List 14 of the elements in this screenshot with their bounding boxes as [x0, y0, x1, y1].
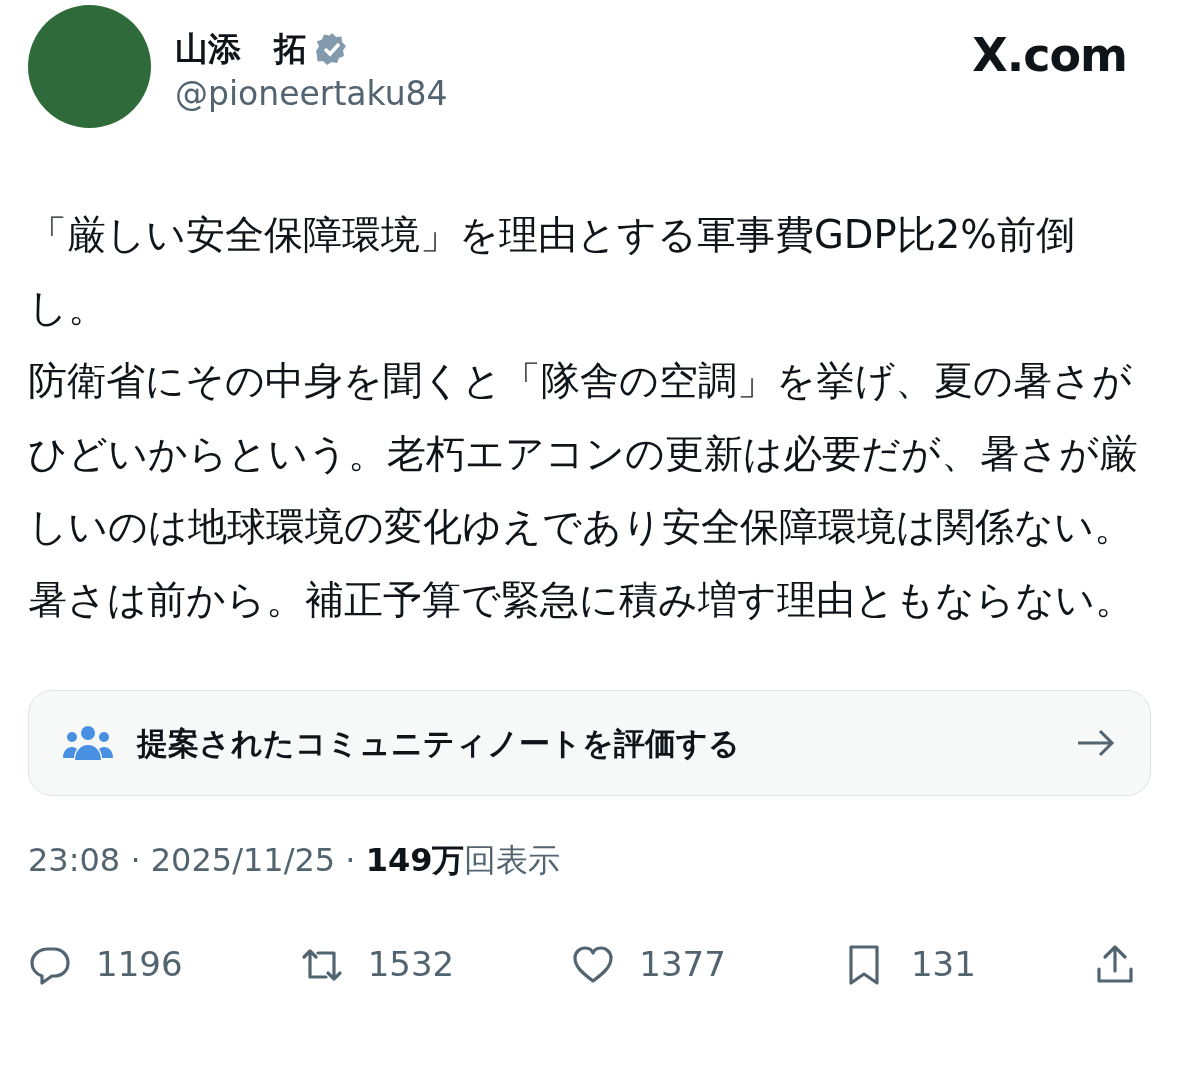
post-meta: 23:08 · 2025/11/25 · 149万回表示 [28, 840, 562, 881]
action-count: 1532 [367, 943, 455, 986]
post-text: 「厳しい安全保障環境」を理由とする軍事費GDP比2%前倒し。 [28, 211, 1076, 332]
action-count: 131 [910, 943, 976, 986]
author-handle[interactable]: @pioneertaku84 [175, 68, 973, 119]
action-count: 1196 [96, 943, 183, 986]
people-icon [63, 724, 113, 762]
author-name[interactable]: 山添 拓 [175, 29, 307, 69]
community-note-card[interactable]: 提案されたコミュニティノートを評価する [28, 690, 1151, 796]
site-label: X.com [972, 27, 1127, 84]
arrow-right-icon [1076, 728, 1116, 758]
community-note-prompt: 提案されたコミュニティノートを評価する [137, 723, 741, 763]
post-text: 防衛省にその中身を聞くと「隊舎の空調」を挙げ、夏の暑さがひどいからという。老朽エアコンの更新は必要だが、暑さが厳しいのは地球環境の変化ゆえであり安全保障環境は関係ない。暑さは前から。補正予算で緊急に積み増す理由ともならない。 [28, 357, 1139, 624]
action-count: 1377 [639, 943, 726, 986]
